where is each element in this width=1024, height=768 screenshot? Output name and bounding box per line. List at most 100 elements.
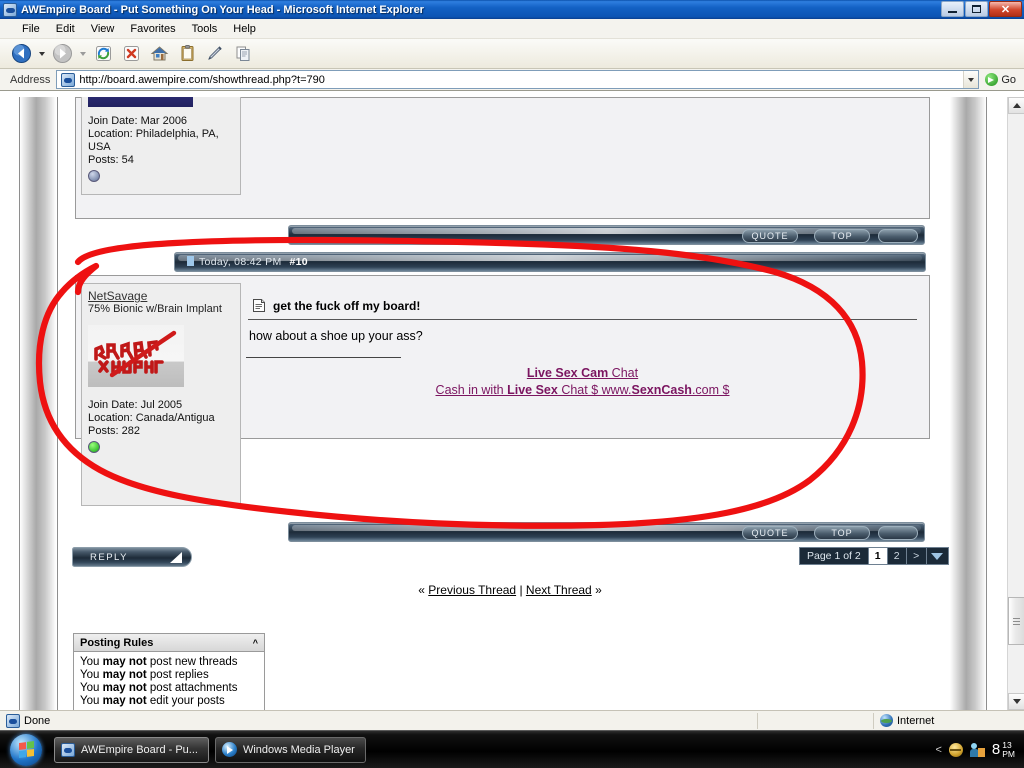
rule-2-bold: may not — [102, 682, 147, 694]
post-previous-avatar — [88, 97, 193, 107]
status-ie-icon — [6, 713, 20, 728]
go-button[interactable]: Go — [979, 73, 1022, 86]
windows-media-player-icon — [221, 742, 237, 757]
post-extra-button-bottom[interactable] — [878, 526, 918, 540]
status-zone-text: Internet — [897, 714, 935, 727]
quote-button-bottom[interactable]: QUOTE — [742, 526, 798, 540]
post-previous-location: Location: Philadelphia, PA, USA — [88, 128, 219, 153]
user-account-icon[interactable] — [969, 742, 985, 757]
menu-bar: File Edit View Favorites Tools Help — [0, 19, 1024, 39]
maximize-button[interactable] — [965, 1, 988, 17]
post-postcount: Posts: 282 — [88, 425, 140, 437]
left-margin-stripe — [20, 97, 56, 710]
reply-label: REPLY — [90, 551, 128, 563]
rule-1-post: post replies — [146, 669, 209, 681]
right-margin-stripe — [950, 97, 986, 710]
edit-icon[interactable] — [202, 42, 228, 66]
menu-item-tools[interactable]: Tools — [184, 21, 226, 37]
back-icon[interactable] — [8, 42, 34, 66]
go-label: Go — [1001, 73, 1016, 86]
scrollbar-thumb[interactable] — [1008, 597, 1024, 645]
taskbar-item-ie[interactable]: AWEmpire Board - Pu... — [54, 736, 209, 763]
pagination-next[interactable]: > — [905, 548, 926, 564]
forward-icon — [49, 42, 75, 66]
minimize-button[interactable] — [941, 1, 964, 17]
tray-expand-icon[interactable]: < — [935, 744, 941, 756]
post-header-text: Today, 08:42 PM #10 — [187, 256, 308, 268]
back-dropdown-icon[interactable] — [36, 42, 47, 66]
menu-item-edit[interactable]: Edit — [48, 21, 83, 37]
posting-rule-item: You may not post replies — [80, 669, 258, 682]
quote-button-top[interactable]: QUOTE — [742, 229, 798, 243]
pagination-dropdown-icon[interactable] — [925, 548, 948, 564]
signature-line2-mid: Chat $ www. — [557, 383, 632, 397]
signature-line1-bold: Live Sex Cam — [526, 366, 609, 380]
signature-link-1[interactable]: Live Sex Cam Chat — [527, 366, 638, 380]
post-title-icon — [252, 298, 266, 313]
posting-rule-item: You may not post new threads — [80, 656, 258, 669]
menu-item-favorites[interactable]: Favorites — [122, 21, 183, 37]
chevron-up-icon[interactable]: ^ — [253, 638, 258, 648]
menu-item-help[interactable]: Help — [225, 21, 264, 37]
window-title: AWEmpire Board - Put Something On Your H… — [21, 3, 424, 16]
home-icon[interactable] — [146, 42, 172, 66]
rule-0-post: post new threads — [146, 656, 238, 668]
forward-dropdown-icon — [77, 42, 88, 66]
signature-link-2[interactable]: Cash in with Live Sex Chat $ www.SexnCas… — [436, 383, 730, 397]
status-bar: Done Internet — [0, 710, 1024, 730]
page-favicon — [61, 72, 76, 87]
signature-line-1: Live Sex Cam Chat — [246, 366, 919, 380]
post-userinfo: NetSavage 75% Bionic w/Brain Implant Joi… — [81, 283, 241, 506]
window-title-bar: AWEmpire Board - Put Something On Your H… — [0, 0, 1024, 19]
address-dropdown-icon[interactable] — [963, 71, 979, 88]
posting-rules-header[interactable]: Posting Rules ^ — [74, 634, 264, 652]
pagination-page-1[interactable]: 1 — [867, 548, 887, 564]
scroll-down-button[interactable] — [1008, 693, 1024, 710]
notes-icon[interactable] — [174, 42, 200, 66]
address-url-text: http://board.awempire.com/showthread.php… — [79, 73, 325, 86]
start-button[interactable] — [4, 733, 48, 767]
post-username[interactable]: NetSavage — [88, 290, 235, 303]
top-button-top[interactable]: TOP — [814, 229, 870, 243]
vertical-scrollbar[interactable] — [1007, 97, 1024, 710]
scroll-up-button[interactable] — [1008, 97, 1024, 114]
stop-icon[interactable] — [118, 42, 144, 66]
next-thread-link[interactable]: Next Thread — [526, 583, 592, 597]
post-previous-postcount: Posts: 54 — [88, 154, 134, 166]
page-content: Join Date: Mar 2006 Location: Philadelph… — [70, 97, 950, 710]
post-content-column: get the fuck off my board! how about a s… — [246, 284, 919, 432]
menu-item-view[interactable]: View — [83, 21, 123, 37]
network-icon[interactable] — [948, 742, 963, 757]
posting-rules-body: You may not post new threads You may not… — [74, 652, 264, 710]
copy-icon[interactable] — [230, 42, 256, 66]
address-input[interactable]: http://board.awempire.com/showthread.php… — [56, 70, 980, 89]
reply-button[interactable]: REPLY — [72, 547, 192, 567]
globe-icon — [880, 714, 893, 727]
pagination-page-2[interactable]: 2 — [886, 548, 906, 564]
signature-line-2: Cash in with Live Sex Chat $ www.SexnCas… — [246, 383, 919, 397]
post-status-icon — [88, 441, 100, 453]
taskbar: AWEmpire Board - Pu... Windows Media Pla… — [0, 730, 1024, 768]
thread-nav-prev-arrow: « — [418, 583, 425, 597]
taskbar-item-ie-label: AWEmpire Board - Pu... — [81, 743, 198, 756]
system-clock[interactable]: 8 13 PM — [992, 741, 1015, 758]
status-message: Done — [0, 711, 56, 731]
top-button-bottom[interactable]: TOP — [814, 526, 870, 540]
right-margin-rule — [986, 97, 987, 710]
thread-nav-divider: | — [519, 583, 523, 597]
post-title: get the fuck off my board! — [273, 298, 421, 313]
post-previous-userinfo: Join Date: Mar 2006 Location: Philadelph… — [81, 97, 241, 195]
taskbar-item-wmp[interactable]: Windows Media Player — [214, 736, 366, 763]
scrollbar-grip-icon — [1013, 616, 1020, 627]
thread-nav: « Previous Thread | Next Thread » — [70, 583, 950, 597]
menu-item-file[interactable]: File — [14, 21, 48, 37]
thread-nav-next-arrow: » — [595, 583, 602, 597]
post-previous: Join Date: Mar 2006 Location: Philadelph… — [75, 97, 930, 219]
post-previous-extra-button[interactable] — [878, 229, 918, 243]
previous-thread-link[interactable]: Previous Thread — [428, 583, 516, 597]
status-zone: Internet — [874, 711, 1024, 731]
browser-viewport: Join Date: Mar 2006 Location: Philadelph… — [0, 97, 1024, 710]
refresh-icon[interactable] — [90, 42, 116, 66]
close-button[interactable]: ✕ — [989, 1, 1022, 17]
post-title-row: get the fuck off my board! — [246, 284, 919, 319]
